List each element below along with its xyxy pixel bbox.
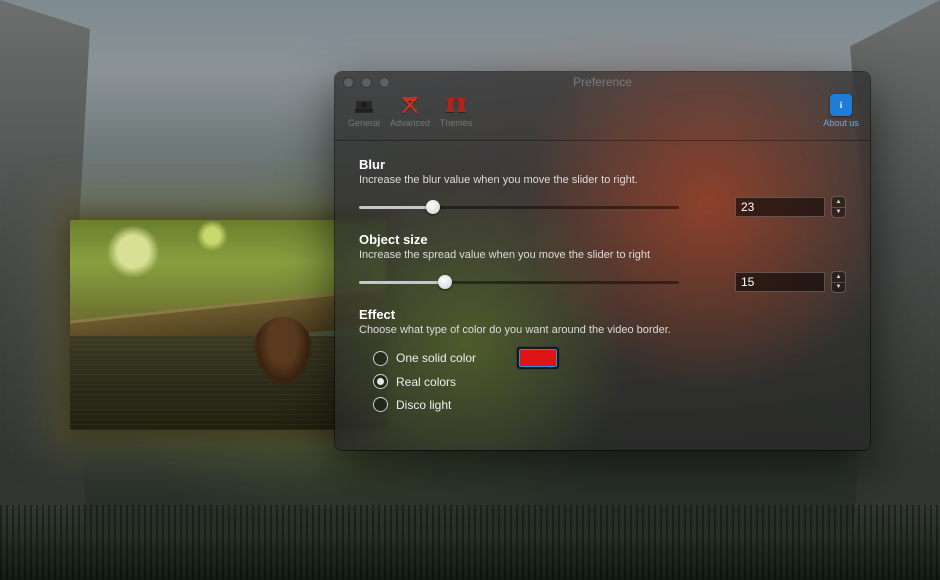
effect-option-real-colors[interactable]: Real colors — [359, 370, 846, 393]
about-button[interactable]: i About us — [820, 94, 862, 128]
object-size-value-field[interactable]: 15 — [735, 272, 825, 292]
color-swatch[interactable] — [520, 350, 556, 366]
wallpaper-trees — [0, 505, 940, 580]
blur-row: 23 ▲ ▼ — [359, 196, 846, 218]
object-size-slider-thumb[interactable] — [438, 275, 452, 289]
object-size-desc: Increase the spread value when you move … — [359, 249, 846, 261]
tab-themes[interactable]: Themes — [433, 92, 479, 128]
blur-title: Blur — [359, 157, 846, 172]
effect-desc: Choose what type of color do you want ar… — [359, 324, 846, 336]
effect-real-colors-label: Real colors — [396, 375, 456, 389]
effect-one-solid-label: One solid color — [396, 351, 476, 365]
blur-desc: Increase the blur value when you move th… — [359, 174, 846, 186]
object-size-step-up[interactable]: ▲ — [832, 272, 845, 283]
video-subject — [253, 317, 313, 387]
object-size-step-down[interactable]: ▼ — [832, 283, 845, 293]
object-size-title: Object size — [359, 232, 846, 247]
content-pane: Blur Increase the blur value when you mo… — [335, 141, 870, 426]
tab-general-label: General — [348, 118, 380, 128]
tab-advanced[interactable]: Advanced — [387, 92, 433, 128]
blur-slider-thumb[interactable] — [426, 200, 440, 214]
tab-themes-label: Themes — [440, 118, 473, 128]
effect-option-one-solid[interactable]: One solid color — [359, 346, 846, 370]
window-title: Preference — [335, 75, 870, 89]
preferences-window: Preference General Advanced — [335, 72, 870, 450]
toolbar: General Advanced Themes i About us — [335, 92, 870, 141]
camera-icon — [350, 94, 378, 116]
tab-general[interactable]: General — [341, 92, 387, 128]
blur-step-up[interactable]: ▲ — [832, 197, 845, 208]
object-size-stepper[interactable]: ▲ ▼ — [831, 271, 846, 293]
blur-value-field[interactable]: 23 — [735, 197, 825, 217]
info-icon: i — [830, 94, 852, 116]
effect-option-disco[interactable]: Disco light — [359, 393, 846, 416]
blur-stepper[interactable]: ▲ ▼ — [831, 196, 846, 218]
blur-step-down[interactable]: ▼ — [832, 208, 845, 218]
effect-disco-label: Disco light — [396, 398, 451, 412]
director-chair-icon — [396, 94, 424, 116]
tab-advanced-label: Advanced — [390, 118, 430, 128]
object-size-slider[interactable] — [359, 275, 679, 289]
radio-icon — [373, 351, 388, 366]
blur-slider[interactable] — [359, 200, 679, 214]
effect-title: Effect — [359, 307, 846, 322]
radio-icon — [373, 397, 388, 412]
about-label: About us — [823, 118, 859, 128]
window-titlebar[interactable]: Preference — [335, 72, 870, 92]
radio-icon — [373, 374, 388, 389]
curtain-icon — [442, 94, 470, 116]
object-size-row: 15 ▲ ▼ — [359, 271, 846, 293]
